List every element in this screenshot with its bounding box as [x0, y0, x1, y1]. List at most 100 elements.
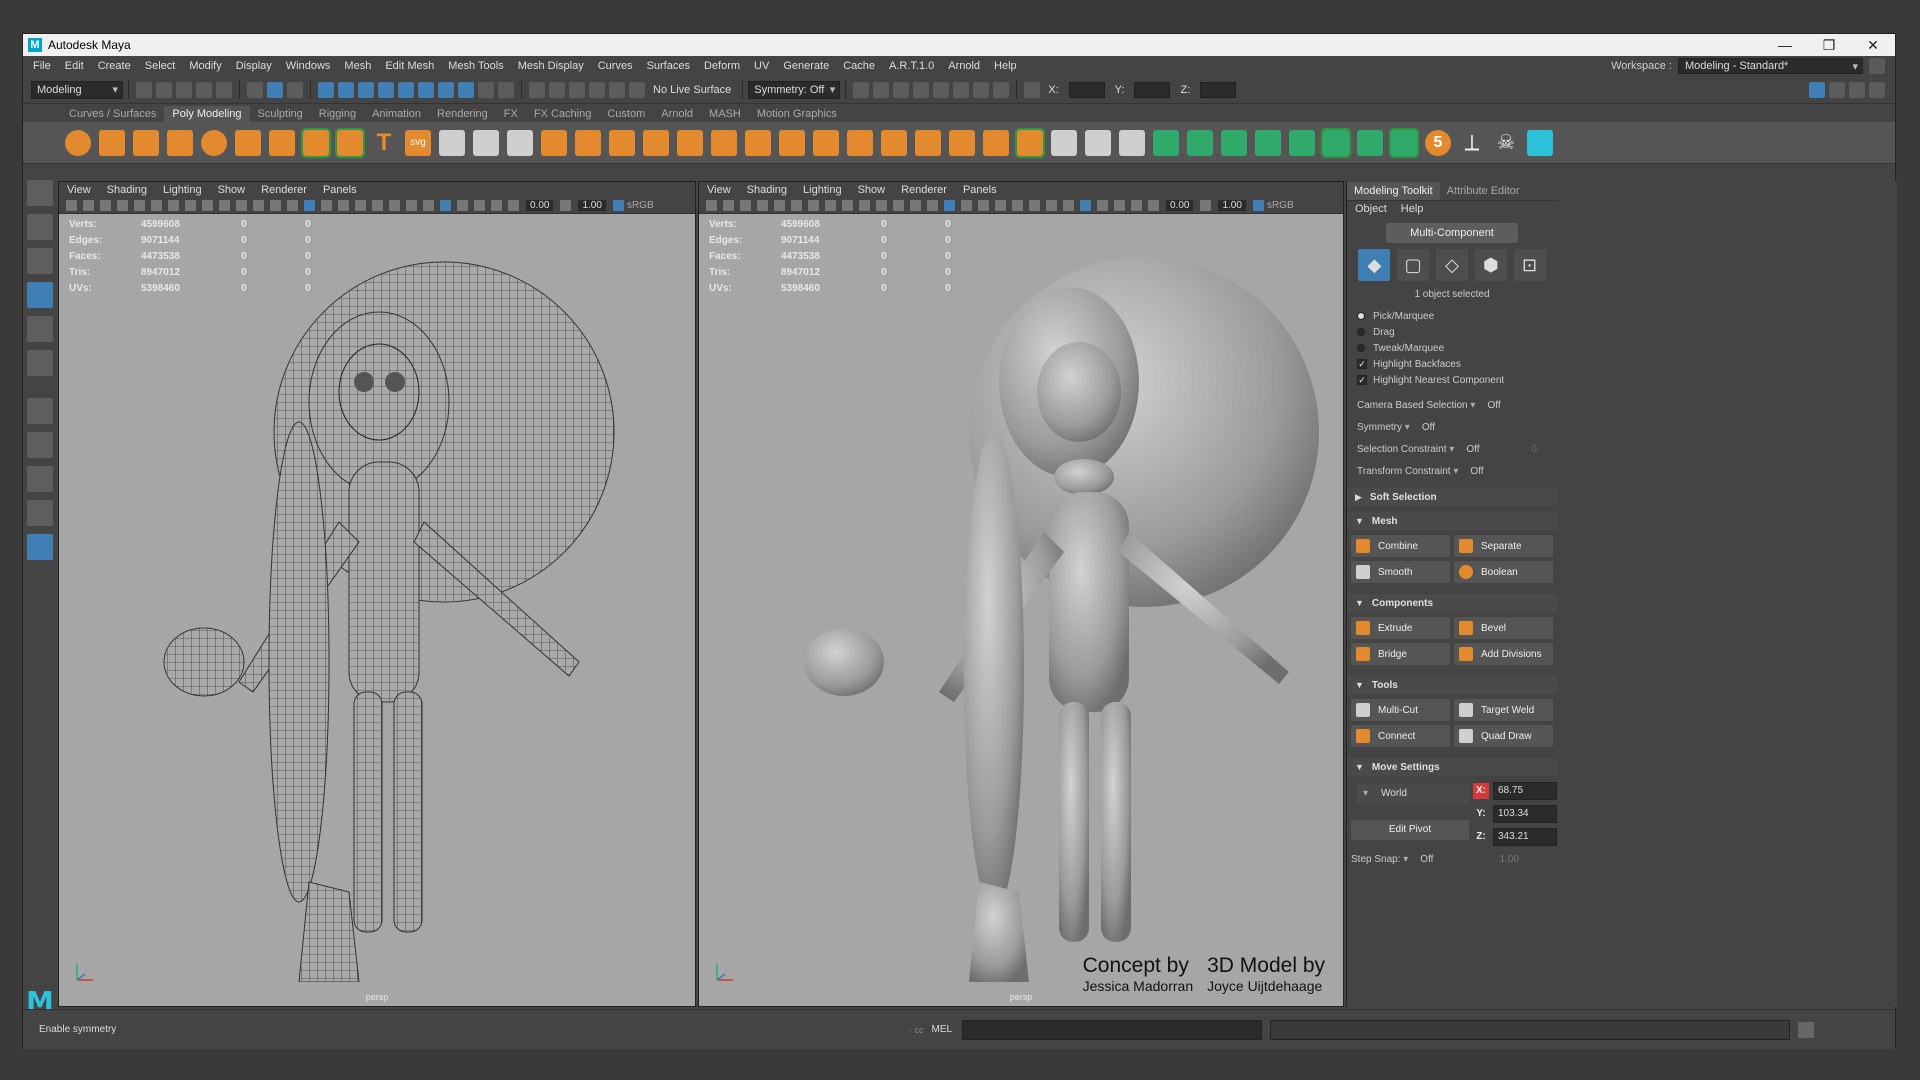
shadows-icon[interactable] — [1012, 200, 1023, 211]
menu-help[interactable]: Help — [994, 60, 1017, 72]
multi-component-button[interactable]: Multi-Component — [1386, 223, 1518, 243]
step-snap-setting[interactable]: Step Snap: Off 1.00 — [1347, 848, 1557, 870]
hypershade-icon[interactable] — [933, 81, 950, 98]
uv-mode-icon[interactable]: ⊡ — [1513, 249, 1546, 281]
poly-text-icon[interactable]: T — [371, 129, 397, 156]
snap-curve-icon[interactable] — [549, 81, 565, 98]
gate-mask-icon[interactable] — [219, 200, 230, 211]
quad-draw-shelf-icon[interactable] — [1119, 129, 1145, 156]
menu-art[interactable]: A.R.T.1.0 — [889, 60, 934, 72]
mask-handle-icon[interactable] — [338, 81, 354, 98]
channel-box-toggle-icon[interactable] — [1869, 81, 1885, 98]
safe-action-icon[interactable] — [253, 200, 264, 211]
highlight-backfaces-checkbox[interactable]: ✓ Highlight Backfaces — [1347, 356, 1557, 372]
lasso-tool-icon[interactable] — [27, 214, 53, 240]
smooth-button[interactable]: Smooth — [1351, 561, 1450, 583]
workspace-dropdown[interactable]: Modeling - Standard* — [1678, 58, 1863, 74]
isolate-select-icon[interactable] — [440, 200, 451, 211]
multi-cut-shelf-icon[interactable] — [1051, 129, 1077, 156]
safe-title-icon[interactable] — [270, 200, 281, 211]
script-editor-icon[interactable] — [1798, 1021, 1815, 1038]
shadows-icon[interactable] — [372, 200, 383, 211]
append-polygon-icon[interactable] — [745, 129, 771, 156]
lights-icon[interactable] — [995, 200, 1006, 211]
vp-menu-lighting[interactable]: Lighting — [163, 184, 202, 196]
command-input[interactable] — [962, 1019, 1263, 1040]
menu-surfaces[interactable]: Surfaces — [647, 60, 690, 72]
new-scene-icon[interactable] — [136, 81, 152, 98]
isolate-select-icon[interactable] — [1080, 200, 1091, 211]
film-gate-icon[interactable] — [825, 200, 836, 211]
ipr-render-icon[interactable] — [893, 81, 910, 98]
open-scene-icon[interactable] — [156, 81, 172, 98]
camera-based-selection-setting[interactable]: Camera Based Selection Off — [1347, 394, 1557, 416]
mask-curve-icon[interactable] — [378, 81, 394, 98]
edge-mode-icon[interactable]: ◇ — [1435, 249, 1468, 281]
camera-icon[interactable] — [66, 200, 77, 211]
lights-icon[interactable] — [355, 200, 366, 211]
extract-shelf-icon[interactable] — [609, 129, 635, 156]
poke-face-icon[interactable] — [1015, 127, 1045, 158]
pick-marquee-option[interactable]: Pick/Marquee — [1347, 308, 1557, 324]
uv-editor-icon[interactable] — [473, 129, 499, 156]
platonic-solid-icon[interactable] — [301, 127, 331, 158]
select-object-icon[interactable] — [267, 81, 283, 98]
poly-cone-icon[interactable] — [167, 129, 193, 156]
textured-icon[interactable] — [338, 200, 349, 211]
radio-icon[interactable] — [1357, 328, 1365, 336]
menu-uv[interactable]: UV — [754, 60, 769, 72]
select-hierarchy-icon[interactable] — [247, 81, 263, 98]
single-perspective-layout-icon[interactable] — [27, 432, 53, 458]
freeze-transform-icon[interactable] — [1187, 129, 1213, 156]
show-manipulator-icon[interactable] — [27, 398, 53, 424]
motion-blur-icon[interactable] — [1046, 200, 1057, 211]
bevel-shelf-icon[interactable] — [847, 129, 873, 156]
shelf-tab-curves-surfaces[interactable]: Curves / Surfaces — [61, 106, 164, 122]
space-dropdown[interactable]: World — [1357, 784, 1469, 804]
pause-viewport-icon[interactable] — [993, 81, 1010, 98]
shelf-tab-rendering[interactable]: Rendering — [429, 106, 496, 122]
exposure-value[interactable]: 0.00 — [526, 200, 554, 211]
selection-constraint-setting[interactable]: Selection Constraint Off 0 — [1347, 438, 1557, 460]
mask-all-icon[interactable] — [318, 81, 334, 98]
two-panes-layout-icon[interactable] — [27, 500, 53, 526]
mask-render-icon[interactable] — [458, 81, 474, 98]
custom-script-icon[interactable]: ⟂ — [1459, 130, 1485, 156]
separate-shelf-icon[interactable] — [575, 129, 601, 156]
attribute-editor-toggle-icon[interactable] — [1829, 81, 1845, 98]
offset-edge-loop-icon[interactable] — [983, 129, 1009, 156]
mesh-section[interactable]: ▼ Mesh — [1347, 512, 1557, 530]
xray-joints-icon[interactable] — [1131, 200, 1142, 211]
face-mode-icon[interactable]: ⬢ — [1474, 249, 1507, 281]
xray-active-icon[interactable] — [1114, 200, 1125, 211]
xray-icon[interactable] — [1097, 200, 1108, 211]
shelf-tab-arnold[interactable]: Arnold — [653, 106, 701, 122]
transform-constraint-setting[interactable]: Transform Constraint Off — [1347, 460, 1557, 482]
field-chart-icon[interactable] — [876, 200, 887, 211]
vp-menu-shading[interactable]: Shading — [107, 184, 147, 196]
bookmark-icon[interactable] — [740, 200, 751, 211]
y-value-field[interactable]: 103.34 — [1493, 804, 1557, 823]
delete-history-icon[interactable] — [1255, 129, 1281, 156]
gamma-icon[interactable] — [560, 200, 572, 211]
vp-menu-lighting[interactable]: Lighting — [803, 184, 842, 196]
boolean-union-icon[interactable] — [881, 129, 907, 156]
menuset-dropdown[interactable]: Modeling — [31, 80, 123, 99]
multi-cut-button[interactable]: Multi-Cut — [1351, 699, 1450, 721]
menu-curves[interactable]: Curves — [598, 60, 633, 72]
grease-pencil-icon[interactable] — [791, 200, 802, 211]
shelf-tab-poly-modeling[interactable]: Poly Modeling — [164, 106, 250, 122]
combine-button[interactable]: Combine — [1351, 535, 1450, 557]
toolkit-menu-object[interactable]: Object — [1355, 203, 1387, 215]
color-management-icon[interactable] — [612, 200, 624, 211]
move-tool-icon[interactable] — [27, 282, 53, 308]
anti-aliasing-icon[interactable] — [423, 200, 434, 211]
menu-mesh[interactable]: Mesh — [344, 60, 371, 72]
connect-button[interactable]: Connect — [1351, 725, 1450, 747]
poly-sphere-icon[interactable] — [65, 129, 91, 156]
components-section[interactable]: ▼ Components — [1347, 594, 1557, 612]
gamma-icon[interactable] — [1200, 200, 1212, 211]
bridge-shelf-icon[interactable] — [711, 129, 737, 156]
x-value-field[interactable]: 68.75 — [1493, 781, 1557, 800]
snap-view-icon[interactable] — [609, 81, 625, 98]
